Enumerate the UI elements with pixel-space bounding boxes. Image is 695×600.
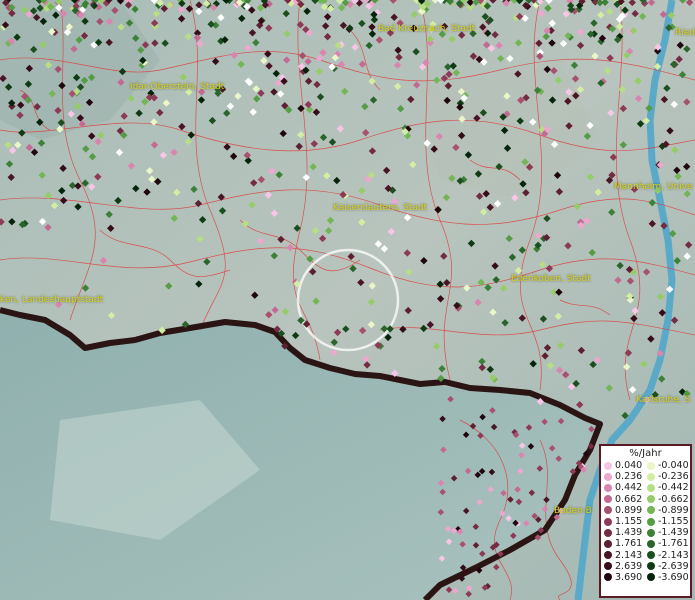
legend-value-positive: 1.155 — [615, 515, 643, 527]
legend-swatch-positive — [604, 506, 612, 515]
legend-row: 3.690 -3.690 — [601, 572, 690, 583]
legend-value-positive: 2.639 — [615, 560, 643, 572]
legend-swatch-negative — [647, 562, 655, 571]
legend-value-negative: -0.662 — [658, 493, 689, 505]
legend-swatch-negative — [647, 551, 655, 560]
legend-row: 0.236 -0.236 — [601, 471, 690, 482]
legend-row: 1.155 -1.155 — [601, 516, 690, 527]
legend-rows: 0.040 -0.040 0.236 -0.236 0.442 -0.442 0.662 -0… — [601, 460, 690, 583]
legend-value-negative: -0.899 — [658, 504, 689, 516]
legend-value-negative: -1.155 — [658, 515, 689, 527]
legend-value-negative: -0.040 — [658, 460, 689, 471]
legend-value-positive: 0.442 — [615, 482, 643, 494]
legend-row: 2.639 -2.639 — [601, 561, 690, 572]
legend-row: 1.761 -1.761 — [601, 538, 690, 549]
legend-swatch-negative — [647, 461, 655, 470]
legend-value-positive: 0.236 — [615, 471, 643, 483]
city-label-mannheim: Mannheim, Unive — [614, 182, 693, 192]
legend-swatch-negative — [647, 506, 655, 515]
city-label-edenkoben: Edenkoben, Stadt — [511, 274, 591, 284]
legend-value-negative: -3.690 — [658, 571, 689, 583]
legend-value-positive: 0.662 — [615, 493, 643, 505]
legend: %/Jahr 0.040 -0.040 0.236 -0.236 0.442 -0.442… — [599, 444, 692, 598]
legend-value-negative: -2.639 — [658, 560, 689, 572]
legend-value-negative: -0.236 — [658, 471, 689, 483]
legend-swatch-positive — [604, 495, 612, 504]
legend-swatch-positive — [604, 472, 612, 481]
legend-swatch-positive — [604, 539, 612, 548]
legend-row: 0.662 -0.662 — [601, 494, 690, 505]
city-label-bad-kreuznach: Bad Kreuznach, Stadt — [378, 24, 476, 34]
legend-swatch-positive — [604, 562, 612, 571]
legend-value-negative: -1.761 — [658, 538, 689, 550]
city-label-karlsruhe: Karlsruhe, S — [636, 395, 691, 405]
city-label-idar-oberstein: Idar-Oberstein, Stadt — [130, 82, 225, 92]
legend-row: 0.442 -0.442 — [601, 482, 690, 493]
legend-title: %/Jahr — [629, 448, 662, 459]
legend-swatch-positive — [604, 461, 612, 470]
legend-swatch-positive — [604, 528, 612, 537]
legend-value-positive: 1.761 — [615, 538, 643, 550]
legend-value-positive: 2.143 — [615, 549, 643, 561]
legend-value-negative: -2.143 — [658, 549, 689, 561]
legend-row: 1.439 -1.439 — [601, 527, 690, 538]
legend-value-negative: -0.442 — [658, 482, 689, 494]
legend-row: 0.899 -0.899 — [601, 505, 690, 516]
legend-swatch-positive — [604, 483, 612, 492]
legend-row: 0.040 -0.040 — [601, 460, 690, 471]
city-label-kaiserslautern: Kaiserslautern, Stadt — [333, 203, 428, 213]
city-label-baden: Baden-B — [554, 506, 592, 516]
legend-swatch-negative — [647, 472, 655, 481]
city-label-landeshauptstadt: ken, Landeshauptstadt — [0, 295, 104, 305]
legend-swatch-positive — [604, 551, 612, 560]
legend-row: 2.143 -2.143 — [601, 550, 690, 561]
legend-value-positive: 3.690 — [615, 571, 643, 583]
legend-swatch-negative — [647, 539, 655, 548]
legend-swatch-positive — [604, 573, 612, 582]
legend-value-positive: 0.899 — [615, 504, 643, 516]
legend-swatch-positive — [604, 517, 612, 526]
city-label-ried: Ried — [675, 28, 695, 38]
legend-swatch-negative — [647, 483, 655, 492]
legend-value-positive: 1.439 — [615, 527, 643, 539]
legend-swatch-negative — [647, 495, 655, 504]
legend-swatch-negative — [647, 573, 655, 582]
legend-value-negative: -1.439 — [658, 527, 689, 539]
legend-value-positive: 0.040 — [615, 460, 643, 471]
legend-swatch-negative — [647, 528, 655, 537]
legend-swatch-negative — [647, 517, 655, 526]
